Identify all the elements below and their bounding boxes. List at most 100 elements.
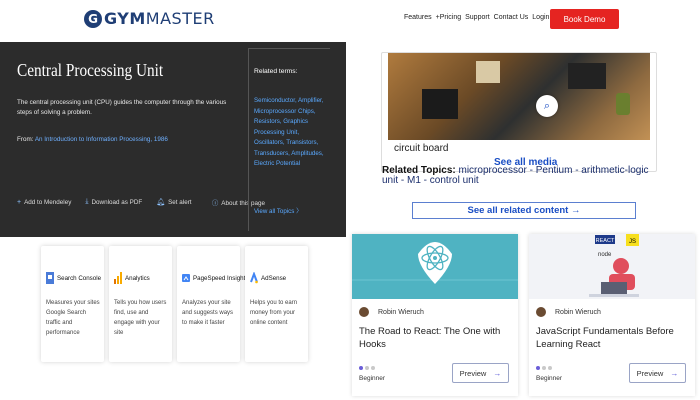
site-header: G GYMMASTER Features +Pricing Support Co… xyxy=(0,0,700,42)
tool-name: AdSense xyxy=(250,272,286,284)
avatar xyxy=(536,307,546,317)
nav-contact[interactable]: Contact Us xyxy=(494,14,529,21)
course-thumbnail xyxy=(352,234,518,299)
arrow-right-icon: → xyxy=(670,368,679,378)
action-label: Set alert xyxy=(168,198,192,206)
definition-source: From: An Introduction to Information Pro… xyxy=(17,136,168,143)
node-badge: node xyxy=(598,252,612,258)
nav-support[interactable]: Support xyxy=(465,14,490,21)
definition-panel: Central Processing Unit The central proc… xyxy=(0,42,346,237)
download-icon: ⤓ xyxy=(85,198,89,205)
related-term-link[interactable]: Amplifier xyxy=(298,97,322,104)
set-alert-button[interactable]: 🔔︎ Set alert xyxy=(156,198,192,207)
course-thumbnail: REACT JS node xyxy=(529,234,695,299)
gymmaster-logo[interactable]: G GYMMASTER xyxy=(84,9,215,28)
search-console-icon xyxy=(46,272,54,284)
react-pin-icon xyxy=(352,242,518,284)
related-term-link[interactable]: Oscillators xyxy=(254,139,283,146)
adsense-icon xyxy=(250,272,258,284)
view-all-topics-link[interactable]: View all Topics 〉 xyxy=(254,206,302,215)
zoom-icon[interactable]: ⌕ xyxy=(536,95,558,117)
nav-pricing[interactable]: +Pricing xyxy=(436,14,462,21)
tool-description: Helps you to earn money from your online… xyxy=(250,300,298,326)
level-dots xyxy=(536,366,552,370)
tool-description: Analyzes your site and suggests ways to … xyxy=(182,300,234,326)
tool-name: Analytics xyxy=(114,272,150,284)
related-term-link[interactable]: Microprocessor Chips xyxy=(254,108,314,115)
course-title[interactable]: JavaScript Fundamentals Before Learning … xyxy=(536,325,686,351)
page: G GYMMASTER Features +Pricing Support Co… xyxy=(0,0,700,400)
logo-mark-icon: G xyxy=(84,9,102,28)
avatar xyxy=(359,307,369,317)
tool-name-label: Search Console xyxy=(57,274,102,282)
react-badge: REACT xyxy=(596,238,615,244)
plus-icon: + xyxy=(17,198,22,206)
view-all-label: View all Topics xyxy=(254,208,295,215)
course-author: Robin Wieruch xyxy=(536,307,601,317)
tool-name: PageSpeed Insights xyxy=(182,272,248,284)
tool-card-analytics[interactable]: Analytics Tells you how users find, use … xyxy=(109,246,172,362)
chip-shape xyxy=(568,63,606,89)
related-term-link[interactable]: Transistors xyxy=(286,139,316,146)
nav-login[interactable]: Login xyxy=(532,14,549,21)
media-card: ⌕ circuit board See all media xyxy=(381,52,657,172)
definition-title: Central Processing Unit xyxy=(17,60,164,80)
action-label: Add to Mendeley xyxy=(24,198,72,206)
info-icon: ⓘ xyxy=(212,200,219,207)
logo-text: GYMMASTER xyxy=(104,9,215,28)
tool-card-adsense[interactable]: AdSense Helps you to earn money from you… xyxy=(245,246,308,362)
developer-illustration-icon: REACT JS node xyxy=(589,234,639,297)
course-author: Robin Wieruch xyxy=(359,307,424,317)
tool-description: Tells you how users find, use and engage… xyxy=(114,300,167,336)
tool-card-pagespeed[interactable]: PageSpeed Insights Analyzes your site an… xyxy=(177,246,248,362)
course-level: Beginner xyxy=(359,375,386,382)
course-card-js-fundamentals[interactable]: REACT JS node Robin Wieruch JavaScript F… xyxy=(529,234,695,396)
analytics-icon xyxy=(114,272,122,284)
tool-description: Measures your sites Google Search traffi… xyxy=(46,300,100,336)
book-demo-button[interactable]: Book Demo xyxy=(550,9,619,29)
capacitor-shape xyxy=(616,93,630,115)
author-name: Robin Wieruch xyxy=(555,308,601,316)
level-dots xyxy=(359,366,375,370)
course-level: Beginner xyxy=(536,375,563,382)
media-panel: ⌕ circuit board See all media Related To… xyxy=(358,42,688,230)
source-link[interactable]: An Introduction to Information Processin… xyxy=(35,136,168,143)
image-caption: circuit board xyxy=(394,143,449,154)
chip-shape xyxy=(422,89,458,119)
related-terms-list: Semiconductor, Amplifier, Microprocessor… xyxy=(254,97,324,167)
main-nav: Features +Pricing Support Contact Us Log… xyxy=(404,14,549,21)
logo-text-rest: MASTER xyxy=(145,9,215,28)
tool-name-label: Analytics xyxy=(125,274,150,282)
pagespeed-icon xyxy=(182,274,190,282)
course-title[interactable]: The Road to React: The One with Hooks xyxy=(359,325,509,351)
definition-actions: + Add to Mendeley ⤓ Download as PDF 🔔︎ Set … xyxy=(17,198,206,206)
preview-button[interactable]: Preview → xyxy=(452,363,509,383)
course-card-road-to-react[interactable]: Robin Wieruch The Road to React: The One… xyxy=(352,234,518,396)
nav-features[interactable]: Features xyxy=(404,14,432,21)
chip-shape xyxy=(476,61,500,83)
author-name: Robin Wieruch xyxy=(378,308,424,316)
see-all-related-button[interactable]: See all related content → xyxy=(412,202,636,219)
preview-label: Preview xyxy=(636,368,664,378)
related-term-link[interactable]: Resistors xyxy=(254,118,280,125)
related-topics: Related Topics: microprocessor - Pentium… xyxy=(382,166,652,186)
related-term-link[interactable]: Transducers xyxy=(254,150,288,157)
tool-name: Search Console xyxy=(46,272,101,284)
nav-pricing-label: Pricing xyxy=(439,14,462,21)
preview-button[interactable]: Preview → xyxy=(629,363,686,383)
related-terms-heading: Related terms: xyxy=(254,68,298,75)
action-label: Download as PDF xyxy=(91,198,143,206)
tool-name-label: AdSense xyxy=(261,274,287,282)
arrow-right-icon: → xyxy=(493,368,502,378)
preview-label: Preview xyxy=(459,368,487,378)
related-term-link[interactable]: Electric Potential xyxy=(254,160,300,167)
logo-text-bold: GYM xyxy=(104,9,146,28)
add-to-mendeley-button[interactable]: + Add to Mendeley xyxy=(17,198,71,206)
js-badge: JS xyxy=(629,239,636,245)
related-term-link[interactable]: Amplitudes xyxy=(291,150,322,157)
tool-card-search-console[interactable]: Search Console Measures your sites Googl… xyxy=(41,246,104,362)
download-pdf-button[interactable]: ⤓ Download as PDF xyxy=(85,198,142,206)
circuit-board-image[interactable]: ⌕ xyxy=(388,53,650,140)
source-label: From: xyxy=(17,136,34,143)
related-term-link[interactable]: Semiconductor xyxy=(254,97,295,104)
